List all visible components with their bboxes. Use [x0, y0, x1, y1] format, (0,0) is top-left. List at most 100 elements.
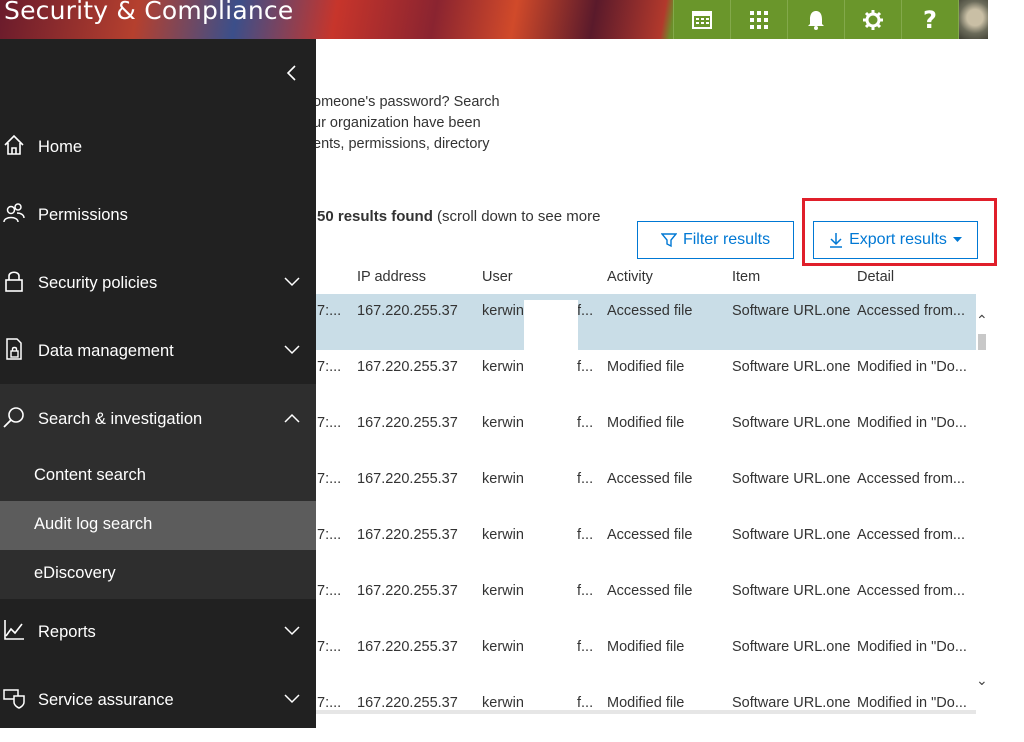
- table-row[interactable]: 7:... 167.220.255.37 kerwin f... Modified fi…: [312, 630, 976, 686]
- shield-icon: [3, 689, 25, 709]
- chevron-down-icon: [284, 277, 300, 287]
- table-cell-extra: f...: [577, 359, 594, 375]
- help-glyph: ?: [923, 5, 937, 34]
- sidebar-item-label: Search & investigation: [38, 410, 203, 428]
- sidebar-item-service-assurance[interactable]: Service assurance: [0, 665, 316, 733]
- table-row[interactable]: 7:... 167.220.255.37 kerwin f... Accessed fi…: [312, 294, 976, 350]
- sidebar-item-permissions[interactable]: Permissions: [0, 180, 316, 248]
- sidebar-item-home[interactable]: Home: [0, 112, 316, 180]
- sidebar-subitem-label: Audit log search: [34, 515, 153, 533]
- help-icon[interactable]: ?: [901, 0, 958, 39]
- calendar-icon[interactable]: [673, 0, 730, 39]
- redaction-block: [524, 300, 578, 350]
- lock-icon: [5, 271, 23, 292]
- table-cell-ip: 167.220.255.37: [357, 303, 458, 319]
- filter-results-button[interactable]: Filter results: [637, 221, 794, 259]
- sidebar-item-label: Home: [38, 138, 83, 156]
- column-header-user[interactable]: User: [482, 269, 513, 287]
- chevron-down-icon: [284, 345, 300, 355]
- table-cell-detail: Modified in "Do...: [857, 359, 967, 375]
- sidebar-item-data-management[interactable]: Data management: [0, 316, 316, 384]
- table-cell-ip: 167.220.255.37: [357, 583, 458, 599]
- sidebar-item-reports[interactable]: Reports: [0, 597, 316, 665]
- scroll-up-icon[interactable]: ⌃: [976, 312, 988, 329]
- home-icon: [4, 134, 24, 155]
- highlight-box: [802, 198, 997, 266]
- table-cell-date: 7:...: [317, 415, 342, 431]
- collapse-sidebar-icon[interactable]: [284, 63, 300, 83]
- table-cell-date: 7:...: [317, 583, 342, 599]
- search-icon: [3, 407, 24, 428]
- table-row[interactable]: 7:... 167.220.255.37 kerwin f... Accessed fi…: [312, 574, 976, 630]
- vertical-scrollbar[interactable]: ⌃ ⌄: [976, 294, 988, 714]
- table-cell-activity: Modified file: [607, 415, 685, 431]
- table-cell-ip: 167.220.255.37: [357, 471, 458, 487]
- table-cell-date: 7:...: [317, 303, 342, 319]
- table-cell-extra: f...: [577, 415, 594, 431]
- table-cell-item: Software URL.one: [732, 303, 851, 319]
- table-cell-date: 7:...: [317, 639, 342, 655]
- top-header: Security & Compliance ?: [0, 0, 988, 39]
- description-line: ents, permissions, directory: [313, 136, 490, 152]
- table-row[interactable]: 7:... 167.220.255.37 kerwin f... Accessed fi…: [312, 462, 976, 518]
- description-line: omeone's password? Search: [313, 94, 500, 110]
- sidebar-subitem-ediscovery[interactable]: eDiscovery: [0, 550, 316, 599]
- avatar[interactable]: [958, 0, 988, 39]
- header-icons: ?: [673, 0, 988, 39]
- sidebar-subitem-content-search[interactable]: Content search: [0, 452, 316, 501]
- sidebar-item-search-investigation[interactable]: Search & investigation: [0, 384, 316, 452]
- column-header-ip[interactable]: IP address: [357, 269, 426, 287]
- table-row[interactable]: 7:... 167.220.255.37 kerwin f... Accessed fi…: [312, 518, 976, 574]
- table-cell-detail: Modified in "Do...: [857, 415, 967, 431]
- table-cell-ip: 167.220.255.37: [357, 639, 458, 655]
- page-description: omeone's password? Search ur organizatio…: [313, 92, 553, 155]
- table-cell-extra: f...: [577, 583, 594, 599]
- column-header-activity[interactable]: Activity: [607, 269, 653, 287]
- sidebar-subitem-audit-log-search[interactable]: Audit log search: [0, 501, 316, 550]
- table-cell-user: kerwin: [482, 359, 524, 375]
- table-cell-user: kerwin: [482, 583, 524, 599]
- table-cell-item: Software URL.one: [732, 527, 851, 543]
- sidebar-item-label: Service assurance: [38, 691, 174, 709]
- table-row[interactable]: 7:... 167.220.255.37 kerwin f... Modified fi…: [312, 406, 976, 462]
- document-lock-icon: [6, 338, 22, 360]
- sidebar-subitem-label: eDiscovery: [34, 564, 116, 582]
- scroll-thumb[interactable]: [978, 334, 986, 350]
- table-cell-detail: Accessed from...: [857, 583, 965, 599]
- table-cell-date: 7:...: [317, 527, 342, 543]
- table-cell-date: 7:...: [317, 359, 342, 375]
- table-cell-detail: Modified in "Do...: [857, 695, 967, 711]
- table-row[interactable]: 7:... 167.220.255.37 kerwin f... Modified fi…: [312, 350, 976, 406]
- sidebar-subitem-label: Content search: [34, 466, 146, 484]
- results-hint: (scroll down to see more: [437, 208, 601, 225]
- table-cell-item: Software URL.one: [732, 359, 851, 375]
- app-title: Security & Compliance: [4, 0, 294, 25]
- table-cell-activity: Accessed file: [607, 527, 693, 543]
- table-cell-user: kerwin: [482, 303, 524, 319]
- table-cell-item: Software URL.one: [732, 639, 851, 655]
- results-summary: 50 results found (scroll down to see mor…: [317, 208, 600, 225]
- scroll-down-icon[interactable]: ⌄: [976, 672, 988, 689]
- chevron-up-icon: [284, 413, 300, 423]
- table-cell-detail: Accessed from...: [857, 303, 965, 319]
- table-cell-activity: Accessed file: [607, 471, 693, 487]
- horizontal-scrollbar[interactable]: [316, 710, 976, 714]
- sidebar-item-security-policies[interactable]: Security policies: [0, 248, 316, 316]
- table-cell-activity: Modified file: [607, 695, 685, 711]
- table-cell-ip: 167.220.255.37: [357, 695, 458, 711]
- table-cell-ip: 167.220.255.37: [357, 527, 458, 543]
- bell-icon[interactable]: [787, 0, 844, 39]
- table-row[interactable]: 7:... 167.220.255.37 kerwin f... Modified fi…: [312, 686, 976, 742]
- table-cell-detail: Accessed from...: [857, 471, 965, 487]
- table-cell-extra: f...: [577, 639, 594, 655]
- table-cell-extra: f...: [577, 303, 594, 319]
- table-cell-detail: Modified in "Do...: [857, 639, 967, 655]
- table-cell-extra: f...: [577, 471, 594, 487]
- column-header-item[interactable]: Item: [732, 269, 760, 287]
- chevron-down-icon: [284, 694, 300, 704]
- gear-icon[interactable]: [844, 0, 901, 39]
- app-launcher-icon[interactable]: [730, 0, 787, 39]
- table-cell-activity: Accessed file: [607, 583, 693, 599]
- column-header-detail[interactable]: Detail: [857, 269, 894, 287]
- table-cell-item: Software URL.one: [732, 471, 851, 487]
